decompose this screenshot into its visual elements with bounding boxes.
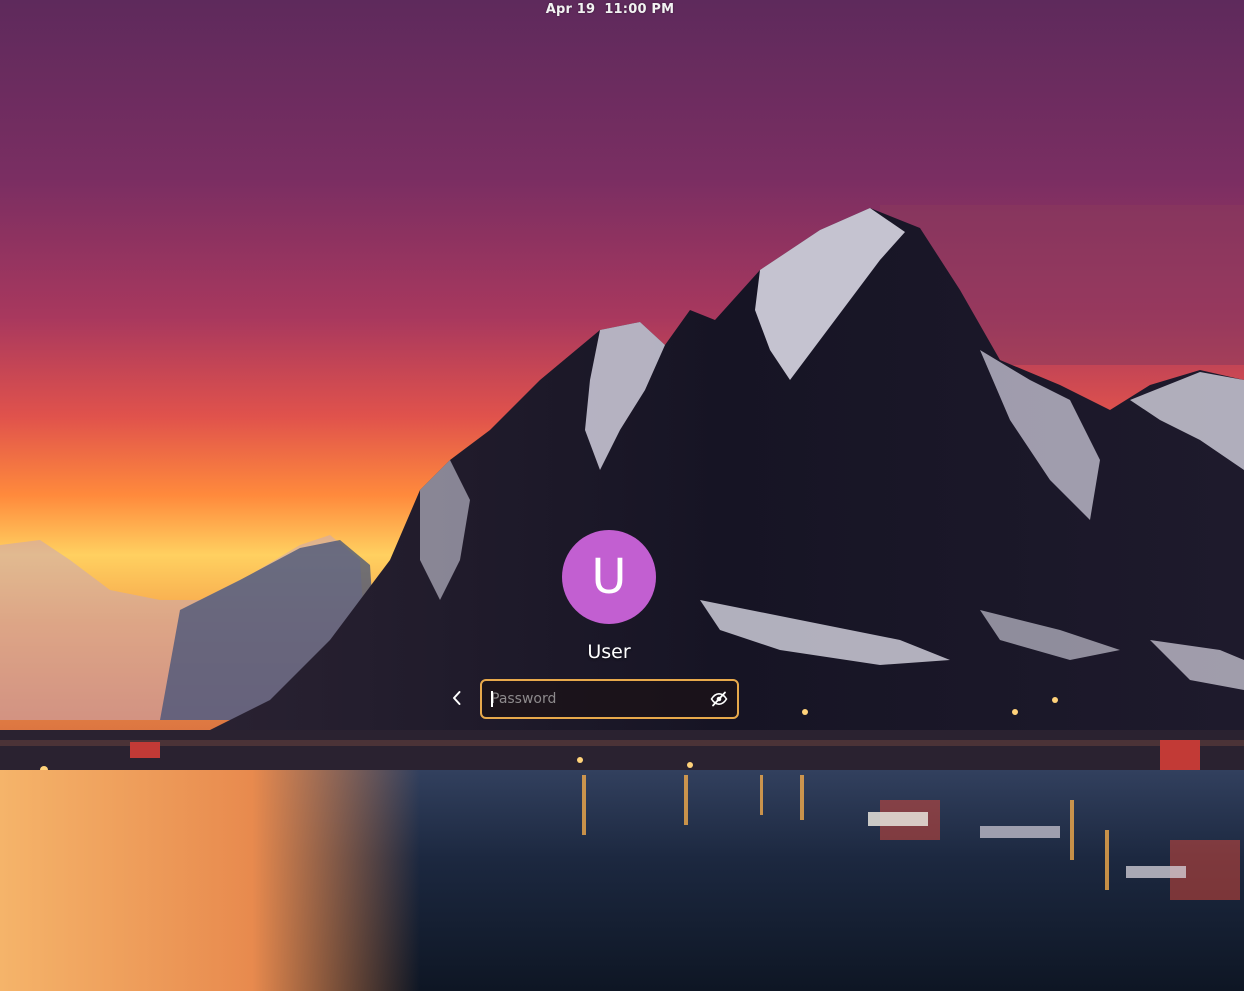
back-button[interactable] bbox=[444, 685, 470, 711]
clock-date: Apr 19 bbox=[545, 1, 596, 17]
clock[interactable]: Apr 19 11:00 PM bbox=[546, 2, 675, 17]
text-caret bbox=[491, 691, 493, 707]
chevron-left-icon bbox=[453, 691, 461, 705]
password-input[interactable] bbox=[491, 681, 696, 717]
lock-screen: Apr 19 11:00 PM U User bbox=[0, 0, 1244, 991]
avatar-initial: U bbox=[591, 549, 627, 605]
eye-slash-icon bbox=[710, 691, 728, 707]
password-field bbox=[480, 679, 739, 719]
top-bar: Apr 19 11:00 PM bbox=[0, 0, 1244, 18]
wallpaper-image bbox=[0, 0, 1244, 991]
user-name: User bbox=[587, 641, 631, 663]
show-password-button[interactable] bbox=[709, 689, 729, 709]
user-avatar: U bbox=[562, 530, 656, 624]
clock-time: 11:00 PM bbox=[604, 1, 675, 17]
